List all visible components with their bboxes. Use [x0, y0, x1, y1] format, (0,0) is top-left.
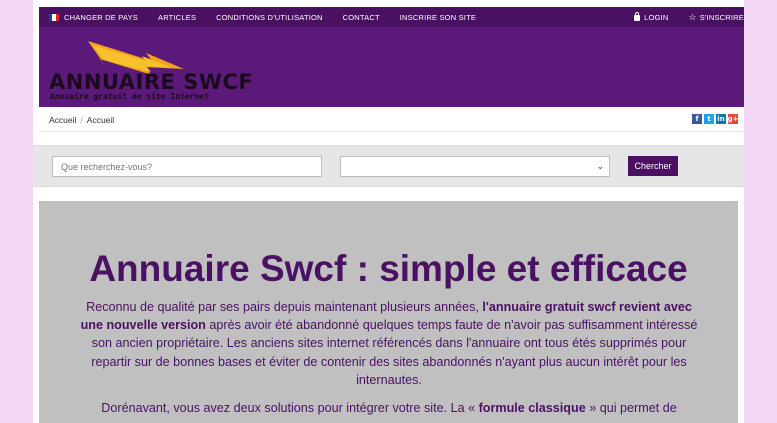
nav-change-country-label: CHANGER DE PAYS	[64, 12, 138, 22]
lock-icon	[634, 12, 641, 21]
flag-france-icon	[49, 13, 59, 21]
nav-terms-label: CONDITIONS D'UTILISATION	[216, 12, 323, 22]
nav-articles-label: ARTICLES	[158, 12, 197, 22]
signup-link[interactable]: ☆ S'INSCRIRE	[678, 12, 744, 23]
search-button[interactable]: Chercher	[628, 156, 678, 176]
google-plus-icon[interactable]: g+	[728, 114, 738, 124]
star-icon: ☆	[688, 11, 697, 22]
site-logo[interactable]: ANNUAIRE SWCF Annuaire gratuit de site I…	[48, 39, 253, 103]
twitter-icon[interactable]: t	[704, 114, 714, 124]
header-banner: ANNUAIRE SWCF Annuaire gratuit de site I…	[39, 27, 744, 107]
logo-subtitle: Annuaire gratuit de site Internet	[50, 92, 209, 101]
social-share: f t in g+	[692, 114, 738, 124]
search-bar: ⌄ Chercher	[33, 145, 744, 187]
signup-label: S'INSCRIRE	[699, 12, 744, 22]
search-input[interactable]	[52, 156, 322, 177]
nav-terms[interactable]: CONDITIONS D'UTILISATION	[206, 13, 333, 22]
hero-p2-text-c: » qui permet de	[585, 401, 677, 415]
login-label: LOGIN	[644, 12, 669, 22]
chevron-down-icon: ⌄	[596, 161, 604, 171]
hero-p2-text-a: Dorénavant, vous avez deux solutions pou…	[101, 401, 479, 415]
nav-contact-label: CONTACT	[342, 12, 380, 22]
breadcrumb-separator: /	[80, 115, 83, 125]
nav-register-site[interactable]: INSCRIRE SON SITE	[390, 13, 486, 22]
hero-title: Annuaire Swcf : simple et efficace	[89, 248, 688, 289]
nav-contact[interactable]: CONTACT	[333, 13, 390, 22]
top-navigation: CHANGER DE PAYS ARTICLES CONDITIONS D'UT…	[39, 7, 744, 27]
breadcrumb-bar: Accueil / Accueil f t in g+	[39, 108, 744, 132]
nav-register-site-label: INSCRIRE SON SITE	[399, 12, 477, 22]
breadcrumb-home[interactable]: Accueil	[49, 115, 76, 125]
nav-articles[interactable]: ARTICLES	[148, 13, 206, 22]
breadcrumb-current: Accueil	[86, 115, 115, 125]
hero-paragraph-1: Reconnu de qualité par ses pairs depuis …	[75, 298, 703, 389]
hero-section: Annuaire Swcf : simple et efficace Recon…	[39, 201, 738, 423]
hero-p1-text-a: Reconnu de qualité par ses pairs depuis …	[86, 300, 483, 314]
category-select[interactable]: ⌄	[340, 156, 610, 177]
logo-title: ANNUAIRE SWCF	[49, 70, 254, 94]
breadcrumb: Accueil / Accueil	[49, 115, 114, 125]
linkedin-icon[interactable]: in	[716, 114, 726, 124]
facebook-icon[interactable]: f	[692, 114, 702, 124]
page: CHANGER DE PAYS ARTICLES CONDITIONS D'UT…	[33, 0, 744, 423]
hero-p2-bold: formule classique	[478, 401, 586, 415]
nav-change-country[interactable]: CHANGER DE PAYS	[39, 13, 148, 22]
login-link[interactable]: LOGIN	[624, 12, 678, 22]
hero-paragraph-2: Dorénavant, vous avez deux solutions pou…	[75, 399, 703, 417]
